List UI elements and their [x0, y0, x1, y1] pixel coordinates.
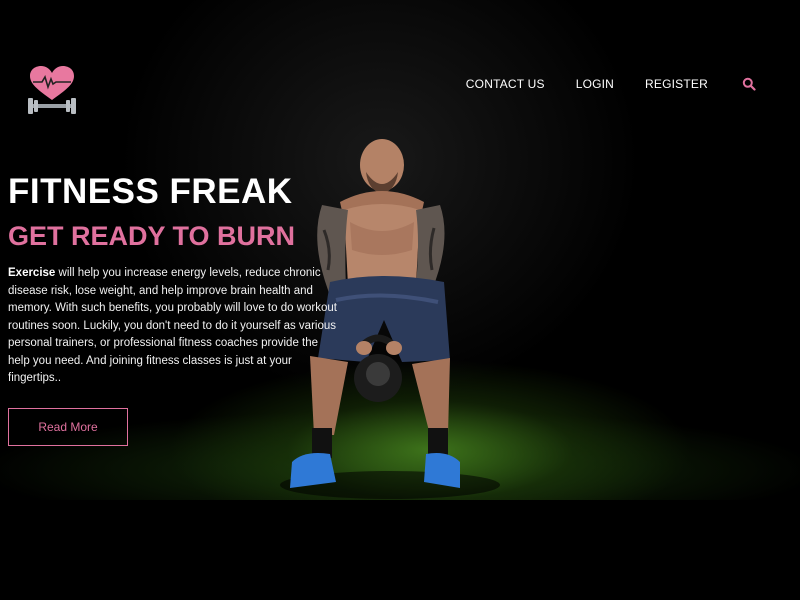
nav-contact-us[interactable]: CONTACT US — [466, 76, 545, 92]
search-icon[interactable] — [742, 77, 756, 91]
read-more-button[interactable]: Read More — [8, 408, 128, 446]
page-title: FITNESS FREAK — [8, 172, 293, 211]
main-nav: CONTACT US LOGIN REGISTER — [435, 76, 756, 92]
nav-login[interactable]: LOGIN — [576, 76, 614, 92]
bottom-band — [0, 500, 800, 600]
hero-description: Exercise will help you increase energy l… — [8, 265, 338, 388]
nav-register[interactable]: REGISTER — [645, 76, 708, 92]
description-text: will help you increase energy levels, re… — [8, 267, 337, 384]
description-bold-lead: Exercise — [8, 267, 56, 279]
heart-dumbbell-logo-icon[interactable] — [24, 66, 80, 122]
page-subtitle: GET READY TO BURN — [8, 221, 296, 251]
